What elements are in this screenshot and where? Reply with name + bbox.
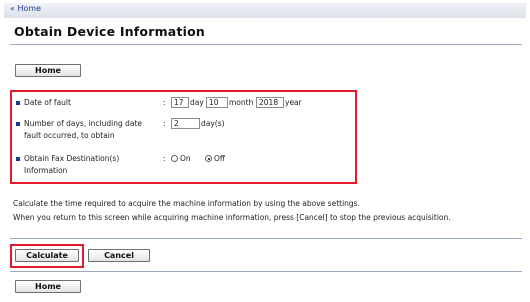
title-divider [10,44,522,45]
num-days-label-line2: fault occurred, to obtain [24,131,115,140]
fax-destination-label-line1: Obtain Fax Destination(s) [24,154,120,163]
days-unit-label: day(s) [201,119,225,128]
month-input[interactable]: 10 [206,97,228,108]
colon: : [163,119,166,128]
section-divider [10,238,522,239]
month-unit-label: month [229,98,254,107]
cancel-button[interactable]: Cancel [88,249,150,262]
fax-off-radio[interactable] [205,155,212,162]
day-unit-label: day [190,98,204,107]
bullet-icon [16,157,20,161]
date-of-fault-label: Date of fault [24,98,71,107]
home-button-bottom[interactable]: Home [15,280,81,293]
calculate-instruction-text: Calculate the time required to acquire t… [13,199,360,208]
fax-destination-label-line2: Information [24,166,68,175]
fax-off-label: Off [214,154,226,163]
calculate-button[interactable]: Calculate [15,249,79,262]
colon: : [163,98,166,107]
breadcrumb-bar: « Home [4,3,526,18]
page-title: Obtain Device Information [14,24,205,39]
breadcrumb-home-link[interactable]: « Home [10,4,41,13]
day-input[interactable]: 17 [171,97,189,108]
num-days-label-line1: Number of days, including date [24,119,143,128]
bullet-icon [16,122,20,126]
num-days-input[interactable]: 2 [171,118,200,129]
bullet-icon [16,101,20,105]
fax-on-radio[interactable] [171,155,178,162]
cancel-instruction-text: When you return to this screen while acq… [13,213,451,222]
home-button-top[interactable]: Home [15,64,81,77]
footer-divider [10,271,522,272]
year-input[interactable]: 2018 [256,97,284,108]
fax-on-label: On [180,154,191,163]
colon: : [163,154,166,163]
year-unit-label: year [285,98,302,107]
